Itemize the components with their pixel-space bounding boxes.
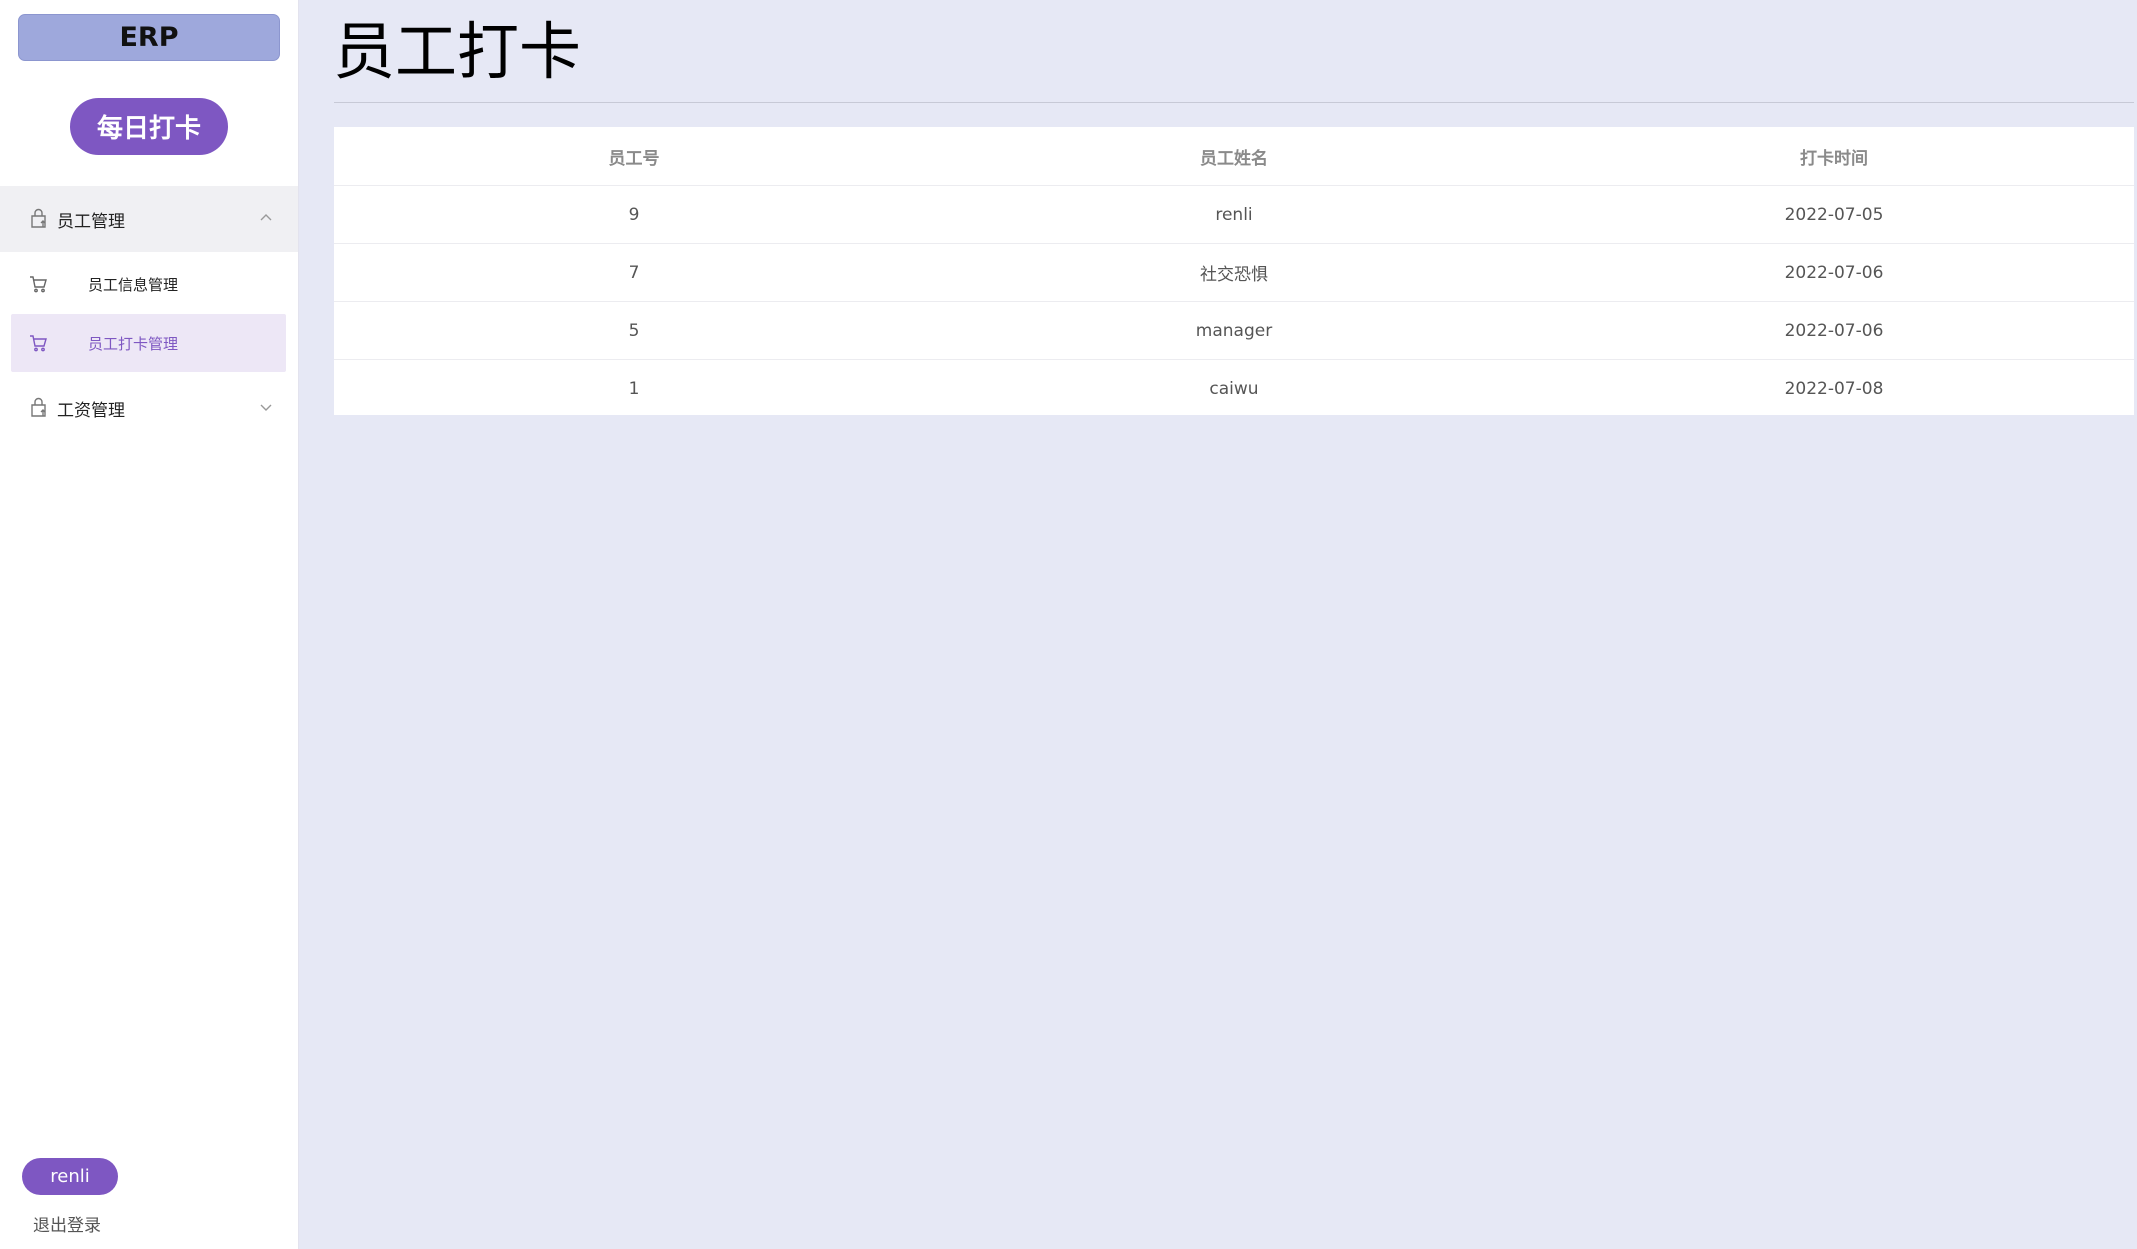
sidebar-item-label: 员工信息管理 bbox=[88, 276, 179, 294]
bag-icon bbox=[31, 397, 46, 417]
table-row[interactable]: 5 manager 2022-07-06 bbox=[334, 301, 2134, 360]
page-title: 员工打卡 bbox=[333, 15, 582, 88]
cell-checkin-time: 2022-07-08 bbox=[1784, 378, 1884, 399]
cart-icon bbox=[30, 335, 47, 352]
daily-checkin-button[interactable]: 每日打卡 bbox=[70, 98, 228, 155]
table-header-row: 员工号 员工姓名 打卡时间 bbox=[334, 127, 2134, 186]
cell-checkin-time: 2022-07-06 bbox=[1534, 301, 2134, 360]
cell-employee-id: 5 bbox=[334, 301, 934, 360]
sidebar: ERP 每日打卡 员工管理 员工信息管理 员工打卡管理 工资管理 renli 退… bbox=[0, 0, 299, 1249]
menu-group-label: 员工管理 bbox=[57, 212, 125, 232]
table-row[interactable]: 7 社交恐惧 2022-07-06 bbox=[334, 243, 2134, 302]
cell-employee-name: caiwu bbox=[1209, 378, 1259, 399]
checkin-table: 员工号 员工姓名 打卡时间 9 renli 2022-07-05 7 社交恐惧 … bbox=[334, 127, 2134, 415]
cell-checkin-time: 2022-07-06 bbox=[1534, 243, 2134, 302]
cell-employee-id: 7 bbox=[334, 243, 934, 302]
cell-employee-name: manager bbox=[934, 301, 1534, 360]
cell-employee-name: 社交恐惧 bbox=[934, 243, 1534, 302]
cell-employee-id: 1 bbox=[628, 378, 640, 399]
column-header-checkin-time[interactable]: 打卡时间 bbox=[1534, 127, 2134, 186]
column-header-employee-id[interactable]: 员工号 bbox=[334, 127, 934, 186]
cell-checkin-time: 2022-07-05 bbox=[1534, 185, 2134, 244]
logout-link[interactable]: 退出登录 bbox=[33, 1211, 101, 1236]
sidebar-item-employee-checkin[interactable]: 员工打卡管理 bbox=[11, 314, 286, 372]
chevron-down-icon bbox=[260, 404, 272, 411]
menu-group-label: 工资管理 bbox=[57, 401, 125, 421]
cell-employee-id: 9 bbox=[334, 185, 934, 244]
bag-icon bbox=[31, 208, 46, 228]
menu-group-employee[interactable]: 员工管理 bbox=[0, 186, 298, 252]
table-row[interactable]: 1 caiwu 2022-07-08 bbox=[334, 360, 2134, 418]
title-divider bbox=[334, 102, 2134, 103]
sidebar-item-employee-info[interactable]: 员工信息管理 bbox=[11, 255, 286, 313]
chevron-up-icon bbox=[260, 214, 272, 221]
table-row[interactable]: 9 renli 2022-07-05 bbox=[334, 185, 2134, 244]
cart-icon bbox=[30, 276, 47, 293]
column-header-employee-name[interactable]: 员工姓名 bbox=[934, 127, 1534, 186]
cell-employee-name: renli bbox=[934, 185, 1534, 244]
user-badge[interactable]: renli bbox=[22, 1158, 118, 1195]
app-logo: ERP bbox=[18, 14, 280, 61]
sidebar-item-label: 员工打卡管理 bbox=[88, 335, 179, 353]
menu-group-salary[interactable]: 工资管理 bbox=[0, 375, 298, 441]
